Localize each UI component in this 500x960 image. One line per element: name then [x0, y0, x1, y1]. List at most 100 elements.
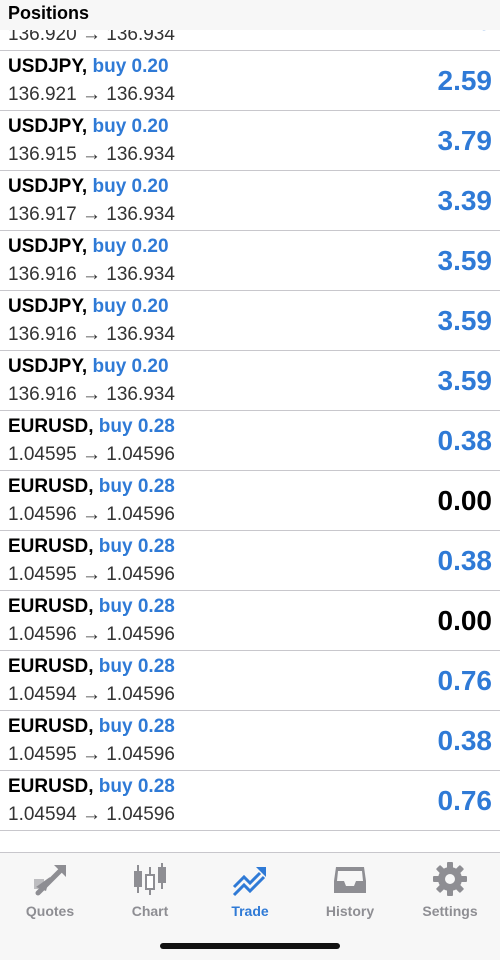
position-side: buy [98, 776, 133, 797]
position-row[interactable]: USDJPY, buy 0.20 136.915 → 136.934 3.79 [0, 111, 500, 171]
position-title: USDJPY, buy 0.20 [8, 235, 169, 259]
price-arrow: → [81, 744, 101, 765]
price-arrow: → [81, 84, 101, 105]
open-price: 1.04594 [8, 684, 77, 705]
current-price: 136.934 [106, 384, 175, 405]
position-side: buy [92, 56, 127, 77]
current-price: 1.04596 [106, 504, 175, 525]
open-price: 136.915 [8, 144, 77, 165]
position-volume: 0.28 [137, 416, 175, 437]
position-volume: 0.20 [131, 296, 169, 317]
position-profit: 0.00 [437, 485, 493, 516]
position-title: USDJPY, buy 0.20 [8, 295, 169, 319]
position-side: buy [98, 536, 133, 557]
positions-list[interactable]: USDJPY, buy 0.20136.920 → 136.9342.79USD… [0, 0, 500, 831]
position-symbol: USDJPY [8, 296, 82, 317]
tab-bar: Quotes Chart Trade History Settings [0, 852, 500, 960]
position-volume: 0.20 [131, 116, 169, 137]
position-symbol: EURUSD [8, 536, 89, 557]
position-separator: , [81, 296, 93, 317]
tab-label: Quotes [25, 903, 75, 919]
position-title: USDJPY, buy 0.20 [8, 355, 169, 379]
tab-chart[interactable]: Chart [100, 861, 200, 925]
quotes-icon [34, 865, 66, 896]
price-arrow: → [81, 684, 101, 705]
current-price: 136.934 [106, 264, 175, 285]
position-side: buy [98, 716, 133, 737]
home-indicator[interactable] [160, 943, 340, 949]
section-title: Positions [8, 3, 90, 23]
position-prices: 1.04595 → 1.04596 [8, 443, 175, 467]
position-row[interactable]: EURUSD, buy 0.28 1.04594 → 1.04596 0.76 [0, 651, 500, 711]
tab-quotes[interactable]: Quotes [0, 861, 100, 925]
current-price: 136.934 [106, 324, 175, 345]
position-row[interactable]: EURUSD, buy 0.28 1.04596 → 1.04596 0.00 [0, 471, 500, 531]
position-volume: 0.20 [131, 56, 169, 77]
position-volume: 0.28 [137, 776, 175, 797]
open-price: 136.916 [8, 384, 77, 405]
position-row[interactable]: USDJPY, buy 0.20 136.916 → 136.934 3.59 [0, 351, 500, 411]
tab-trade[interactable]: Trade [200, 861, 300, 925]
position-title: USDJPY, buy 0.20 [8, 115, 169, 139]
position-profit: 3.39 [437, 185, 493, 216]
position-row[interactable]: USDJPY, buy 0.20 136.921 → 136.934 2.59 [0, 51, 500, 111]
tab-label: Chart [131, 903, 169, 919]
position-prices: 1.04595 → 1.04596 [8, 563, 175, 587]
position-side: buy [98, 596, 133, 617]
position-side: buy [98, 416, 133, 437]
current-price: 1.04596 [106, 744, 175, 765]
current-price: 1.04596 [106, 444, 175, 465]
history-icon [334, 867, 366, 893]
price-arrow: → [81, 444, 101, 465]
position-title: EURUSD, buy 0.28 [8, 775, 175, 799]
position-prices: 1.04596 → 1.04596 [8, 623, 175, 647]
position-row[interactable]: EURUSD, buy 0.28 1.04594 → 1.04596 0.76 [0, 771, 500, 831]
position-prices: 136.916 → 136.934 [8, 383, 175, 407]
trade-screen: USDJPY, buy 0.20136.920 → 136.9342.79USD… [0, 0, 500, 960]
position-prices: 1.04594 → 1.04596 [8, 683, 175, 707]
price-arrow: → [81, 504, 101, 525]
chart-icon [134, 863, 166, 895]
position-profit: 3.59 [437, 365, 493, 396]
position-side: buy [92, 236, 127, 257]
position-volume: 0.28 [137, 596, 175, 617]
position-volume: 0.28 [137, 536, 175, 557]
position-profit: 0.38 [437, 545, 493, 576]
position-row[interactable]: USDJPY, buy 0.20 136.916 → 136.934 3.59 [0, 231, 500, 291]
price-arrow: → [81, 144, 101, 165]
position-separator: , [88, 536, 99, 557]
position-symbol: EURUSD [8, 596, 89, 617]
tab-settings[interactable]: Settings [400, 861, 500, 925]
price-arrow: → [81, 324, 101, 345]
position-profit: 2.59 [437, 65, 493, 96]
position-title: EURUSD, buy 0.28 [8, 655, 175, 679]
price-arrow: → [81, 384, 101, 405]
position-volume: 0.20 [131, 176, 169, 197]
position-side: buy [98, 656, 133, 677]
position-row[interactable]: USDJPY, buy 0.20 136.917 → 136.934 3.39 [0, 171, 500, 231]
current-price: 136.934 [106, 84, 175, 105]
position-profit: 3.59 [437, 305, 493, 336]
position-row[interactable]: EURUSD, buy 0.28 1.04595 → 1.04596 0.38 [0, 711, 500, 771]
position-volume: 0.20 [131, 356, 169, 377]
open-price: 1.04595 [8, 444, 77, 465]
tab-history[interactable]: History [300, 861, 400, 925]
position-title: EURUSD, buy 0.28 [8, 415, 175, 439]
position-symbol: USDJPY [8, 56, 82, 77]
position-prices: 136.917 → 136.934 [8, 203, 175, 227]
position-row[interactable]: EURUSD, buy 0.28 1.04596 → 1.04596 0.00 [0, 591, 500, 651]
position-title: USDJPY, buy 0.20 [8, 175, 169, 199]
position-row[interactable]: USDJPY, buy 0.20 136.916 → 136.934 3.59 [0, 291, 500, 351]
position-row[interactable]: EURUSD, buy 0.28 1.04595 → 1.04596 0.38 [0, 411, 500, 471]
position-prices: 136.915 → 136.934 [8, 143, 175, 167]
open-price: 1.04596 [8, 624, 77, 645]
tab-label: Trade [231, 903, 269, 919]
position-prices: 1.04596 → 1.04596 [8, 503, 175, 527]
trade-icon [232, 867, 266, 897]
position-separator: , [81, 116, 93, 137]
position-symbol: USDJPY [8, 236, 82, 257]
position-row[interactable]: EURUSD, buy 0.28 1.04595 → 1.04596 0.38 [0, 531, 500, 591]
position-symbol: USDJPY [8, 116, 82, 137]
position-side: buy [98, 476, 133, 497]
position-prices: 136.921 → 136.934 [8, 83, 175, 107]
